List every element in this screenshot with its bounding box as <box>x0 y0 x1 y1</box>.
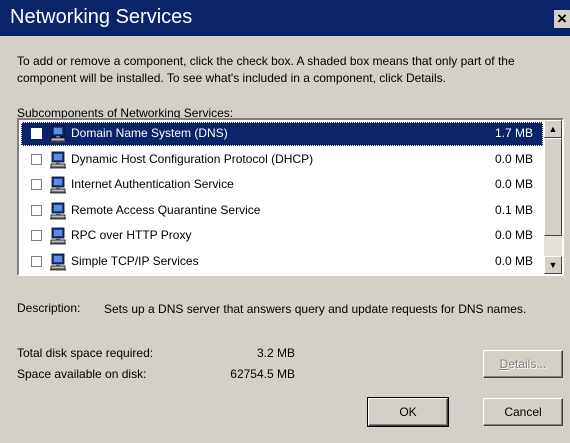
details-button[interactable]: Details... <box>483 350 563 378</box>
list-item[interactable]: Dynamic Host Configuration Protocol (DHC… <box>21 148 543 172</box>
component-checkbox[interactable] <box>31 128 42 139</box>
component-name: Dynamic Host Configuration Protocol (DHC… <box>71 151 314 166</box>
instructions-text: To add or remove a component, click the … <box>17 54 515 85</box>
component-size: 0.0 MB <box>494 253 533 268</box>
component-size: 0.0 MB <box>494 151 533 166</box>
scroll-down-button[interactable]: ▼ <box>544 256 562 274</box>
list-scrollbar[interactable]: ▲ ▼ <box>544 120 562 274</box>
disk-available-value: 62754.5 MB <box>230 367 295 381</box>
component-name: Simple TCP/IP Services <box>71 253 199 268</box>
component-size: 0.1 MB <box>494 202 533 217</box>
component-name: Remote Access Quarantine Service <box>71 202 261 217</box>
description-text: Sets up a DNS server that answers query … <box>104 302 527 316</box>
network-computer-icon <box>50 253 66 270</box>
title-bar: Networking Services × <box>0 0 570 36</box>
scroll-thumb[interactable] <box>544 138 562 236</box>
network-computer-icon <box>50 151 66 168</box>
network-computer-icon <box>50 125 66 143</box>
subcomponents-list[interactable]: Domain Name System (DNS) 1.7 MB Dynamic Ho… <box>17 118 564 276</box>
close-button[interactable]: × <box>554 10 570 28</box>
network-computer-icon <box>50 176 66 194</box>
disk-available-label: Space available on disk: <box>17 367 147 381</box>
component-size: 0.0 MB <box>494 177 533 191</box>
list-item[interactable]: RPC over HTTP Proxy 0.0 MB <box>21 224 543 248</box>
network-computer-icon <box>50 202 66 219</box>
component-size: 1.7 MB <box>494 126 533 140</box>
component-name: Internet Authentication Service <box>71 177 234 191</box>
list-item[interactable]: Internet Authentication Service 0.0 MB <box>21 173 543 197</box>
disk-required-value: 3.2 MB <box>256 346 295 360</box>
component-checkbox[interactable] <box>31 230 42 241</box>
disk-required-label: Total disk space required: <box>17 346 154 360</box>
component-checkbox[interactable] <box>31 179 42 190</box>
window-title: Networking Services <box>10 6 193 28</box>
component-checkbox[interactable] <box>31 153 42 165</box>
description-label: Description: <box>17 301 81 315</box>
component-size: 0.0 MB <box>494 228 533 242</box>
component-name: Domain Name System (DNS) <box>71 126 228 140</box>
list-item[interactable]: Remote Access Quarantine Service 0.1 MB <box>21 199 543 223</box>
component-name: RPC over HTTP Proxy <box>71 228 192 242</box>
ok-button[interactable]: OK <box>367 397 449 427</box>
network-computer-icon <box>50 227 66 245</box>
component-checkbox[interactable] <box>31 204 42 216</box>
details-suffix: etails... <box>508 357 547 371</box>
scroll-up-button[interactable]: ▲ <box>544 120 562 138</box>
list-item[interactable]: Simple TCP/IP Services 0.0 MB <box>21 250 543 274</box>
list-item[interactable]: Domain Name System (DNS) 1.7 MB <box>21 122 543 146</box>
cancel-button[interactable]: Cancel <box>483 398 563 426</box>
component-checkbox[interactable] <box>31 255 42 267</box>
